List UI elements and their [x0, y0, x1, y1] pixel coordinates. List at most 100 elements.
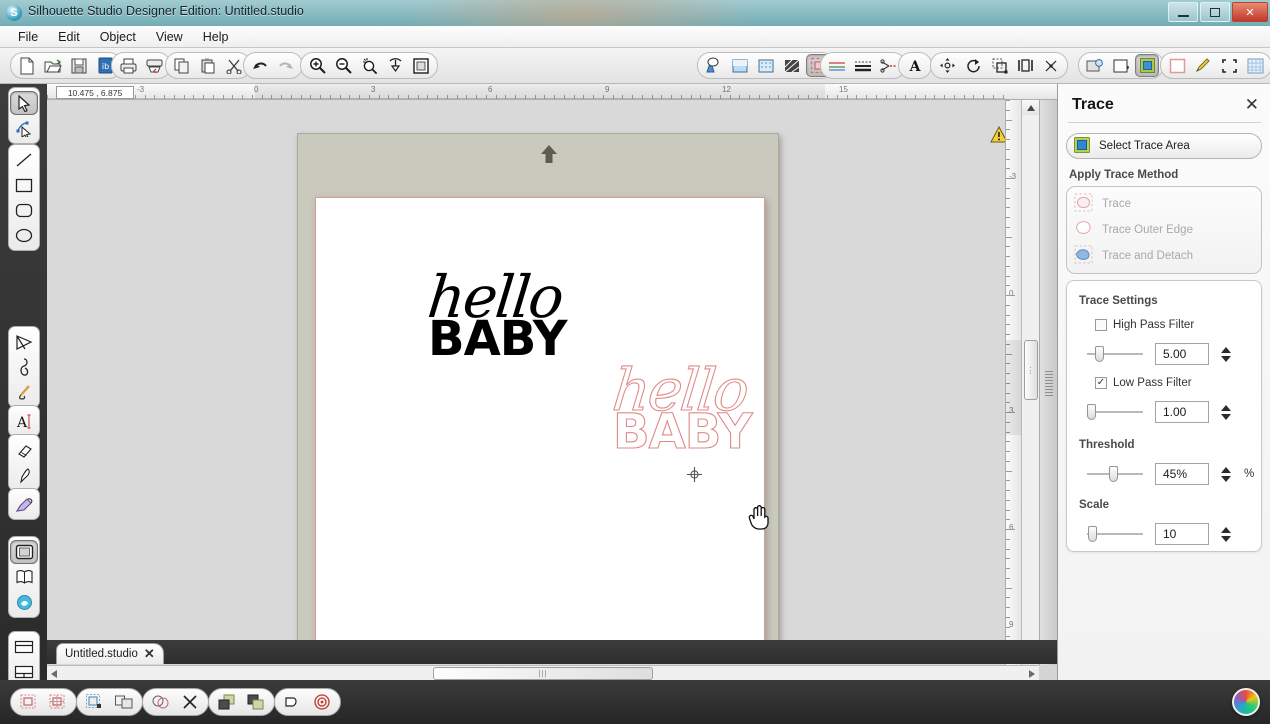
send-to-silhouette-icon[interactable]	[142, 54, 166, 77]
align-icon[interactable]	[1013, 54, 1037, 77]
curve-tool[interactable]	[10, 355, 38, 379]
rectangle-tool[interactable]	[10, 173, 38, 197]
freehand-tool[interactable]	[10, 380, 38, 404]
fit-to-page-icon[interactable]	[409, 54, 433, 77]
page-layout-tool[interactable]	[10, 635, 38, 659]
select-trace-area-icon[interactable]	[1135, 54, 1159, 77]
select-arrow-tool[interactable]	[10, 91, 38, 115]
show-cut-border-icon[interactable]	[1165, 54, 1189, 77]
redo-icon[interactable]	[274, 54, 298, 77]
zoom-pan-icon[interactable]	[383, 54, 407, 77]
modify-icon[interactable]	[148, 690, 174, 714]
panel-resize-grip[interactable]	[1039, 100, 1057, 665]
slider-knob[interactable]	[1109, 466, 1118, 482]
send-to-back-icon[interactable]	[243, 690, 269, 714]
vertical-scroll-thumb[interactable]: ⋮	[1024, 340, 1038, 400]
eraser-tool[interactable]	[10, 438, 38, 462]
design-page[interactable]: hello BABY hello BABY	[315, 197, 765, 649]
rotate-icon[interactable]	[961, 54, 985, 77]
silhouette-store-tool[interactable]	[10, 590, 38, 614]
zoom-out-icon[interactable]	[331, 54, 355, 77]
line-tool[interactable]	[10, 148, 38, 172]
group-icon[interactable]	[82, 690, 108, 714]
low-pass-filter-checkbox[interactable]: ✓	[1095, 377, 1107, 389]
high-pass-filter-spinner[interactable]	[1221, 346, 1231, 362]
low-pass-filter-value[interactable]: 1.00	[1155, 401, 1209, 423]
bring-to-front-icon[interactable]	[214, 690, 240, 714]
scale-value[interactable]: 10	[1155, 523, 1209, 545]
unweld-icon[interactable]	[45, 690, 71, 714]
close-icon[interactable]: ✕	[1245, 95, 1259, 115]
undo-icon[interactable]	[248, 54, 272, 77]
vertical-ruler[interactable]: -3 0 3 6 9	[1005, 100, 1021, 665]
grid-icon[interactable]	[1243, 54, 1267, 77]
ellipse-tool[interactable]	[10, 223, 38, 247]
offset-icon[interactable]	[280, 690, 306, 714]
low-pass-filter-slider[interactable]	[1087, 404, 1143, 420]
zoom-selection-icon[interactable]	[357, 54, 381, 77]
replicate-icon[interactable]	[1039, 54, 1063, 77]
warning-triangle-icon[interactable]	[990, 125, 1005, 144]
zoom-in-icon[interactable]	[305, 54, 329, 77]
line-style-icon[interactable]	[825, 54, 849, 77]
menu-item-view[interactable]: View	[146, 28, 193, 46]
registration-marks-icon[interactable]	[1109, 54, 1133, 77]
scroll-right-arrow[interactable]	[1025, 666, 1039, 681]
high-pass-filter-slider[interactable]	[1087, 346, 1143, 362]
my-library-tool[interactable]	[10, 565, 38, 589]
save-document-icon[interactable]	[67, 54, 91, 77]
menu-item-help[interactable]: Help	[193, 28, 239, 46]
weld-icon[interactable]	[16, 690, 42, 714]
menu-item-edit[interactable]: Edit	[48, 28, 90, 46]
ungroup-icon[interactable]	[111, 690, 137, 714]
vertical-scrollbar[interactable]: ⋮	[1021, 100, 1039, 665]
new-document-icon[interactable]	[15, 54, 39, 77]
line-color-icon[interactable]	[702, 54, 726, 77]
scale-spinner[interactable]	[1221, 526, 1231, 542]
select-trace-area-button[interactable]: Select Trace Area	[1066, 133, 1262, 159]
threshold-spinner[interactable]	[1221, 466, 1231, 482]
open-document-icon[interactable]	[41, 54, 65, 77]
rounded-rectangle-tool[interactable]	[10, 198, 38, 222]
edit-points-tool[interactable]	[10, 116, 38, 140]
trace-method-and-detach[interactable]: Trace and Detach	[1067, 243, 1261, 269]
scale-slider[interactable]	[1087, 526, 1143, 542]
horizontal-ruler[interactable]: -3 0 3 6 9 12 15	[47, 84, 1057, 100]
trace-method-outer-edge[interactable]: Trace Outer Edge	[1067, 217, 1261, 243]
scale-icon[interactable]	[987, 54, 1011, 77]
menu-item-object[interactable]: Object	[90, 28, 146, 46]
page-setup-icon[interactable]	[1083, 54, 1107, 77]
low-pass-filter-spinner[interactable]	[1221, 404, 1231, 420]
high-pass-filter-value[interactable]: 5.00	[1155, 343, 1209, 365]
slider-knob[interactable]	[1087, 404, 1096, 420]
paste-icon[interactable]	[196, 54, 220, 77]
slider-knob[interactable]	[1095, 346, 1104, 362]
close-window-button[interactable]: ✕	[1232, 2, 1268, 22]
high-pass-filter-checkbox[interactable]	[1095, 319, 1107, 331]
registration-target-icon[interactable]	[309, 690, 335, 714]
move-transform-icon[interactable]	[935, 54, 959, 77]
crop-view-icon[interactable]	[1217, 54, 1241, 77]
subtract-icon[interactable]	[177, 690, 203, 714]
hello-baby-black-artwork[interactable]: hello BABY	[424, 263, 608, 398]
trace-method-trace[interactable]: Trace	[1067, 191, 1261, 217]
cutting-mat[interactable]: hello BABY hello BABY	[297, 133, 779, 649]
text-tool[interactable]: A	[10, 409, 38, 433]
design-page-tool[interactable]	[10, 540, 38, 564]
color-wheel-icon[interactable]	[1232, 688, 1260, 716]
scroll-left-arrow[interactable]	[47, 666, 61, 681]
slider-knob[interactable]	[1088, 526, 1097, 542]
document-tab[interactable]: Untitled.studio ✕	[56, 643, 164, 664]
threshold-value[interactable]: 45%	[1155, 463, 1209, 485]
maximize-button[interactable]	[1200, 2, 1230, 22]
close-icon[interactable]: ✕	[144, 646, 155, 662]
line-thickness-icon[interactable]	[851, 54, 875, 77]
sketch-tool[interactable]	[10, 492, 38, 516]
fill-color-icon[interactable]	[728, 54, 752, 77]
minimize-button[interactable]	[1168, 2, 1198, 22]
horizontal-scrollbar[interactable]: |||	[47, 665, 1039, 680]
gradient-fill-icon[interactable]	[754, 54, 778, 77]
pattern-fill-icon[interactable]	[780, 54, 804, 77]
scroll-up-arrow[interactable]	[1022, 100, 1039, 115]
horizontal-scroll-thumb[interactable]: |||	[433, 667, 653, 680]
